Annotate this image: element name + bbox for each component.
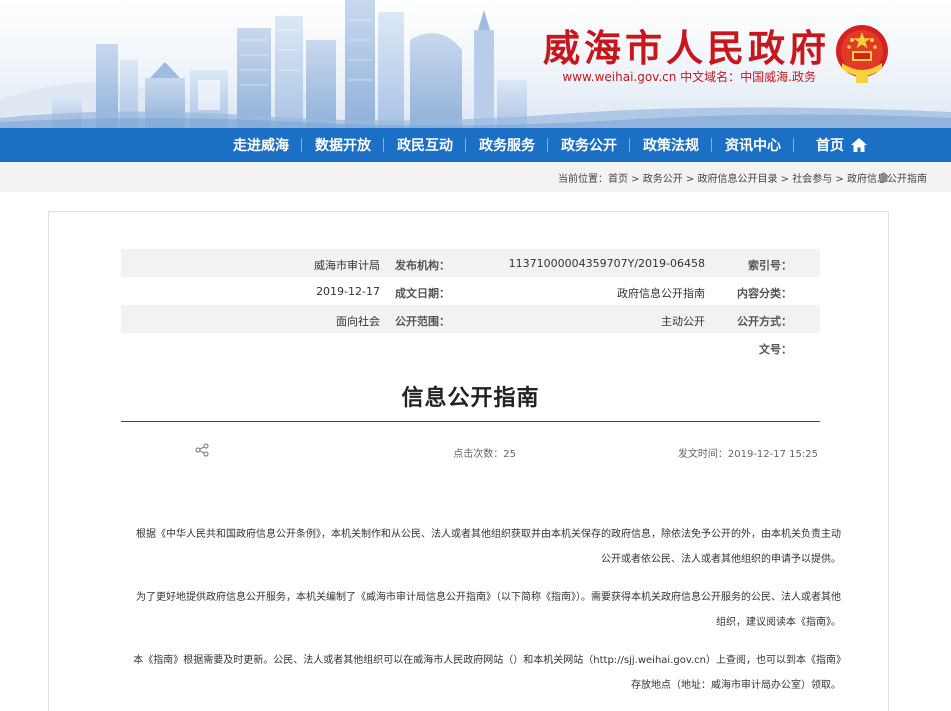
site-title: 威海市人民政府	[543, 26, 830, 70]
disclosure-mode-value: 主动公开	[661, 315, 705, 328]
header-banner: 威海市人民政府 www.weihai.gov.cn 中文域名：中国威海.政务	[0, 0, 951, 128]
article-title: 信息公开指南	[401, 386, 540, 411]
click-count: 点击次数：25	[453, 449, 516, 460]
location-home-icon	[879, 172, 889, 182]
nav-government-services[interactable]: 政务服务	[466, 128, 548, 162]
document-number-label: 文号：	[759, 343, 792, 356]
article-paragraph: 根据《中华人民共和国政府信息公开条例》，本机关制作和从公民、法人或者其他组织获取…	[136, 529, 841, 565]
site-domain-subtitle: www.weihai.gov.cn 中文域名：中国威海.政务	[562, 70, 816, 84]
meta-row: 文号：	[121, 333, 820, 361]
date-value: 2019-12-17	[316, 285, 380, 298]
share-icon[interactable]	[195, 443, 209, 457]
main-nav: 首页 资讯中心 政策法规 政务公开 政务服务 政民互动 数据开放 走进威海	[0, 128, 951, 162]
meta-row: 索引号： 11371000004359707Y/2019-06458 发布机构：…	[121, 249, 820, 277]
home-icon	[851, 138, 867, 152]
publisher-label: 发布机构：	[395, 259, 450, 272]
nav-news-center[interactable]: 资讯中心	[712, 128, 794, 162]
index-value: 11371000004359707Y/2019-06458	[508, 257, 705, 270]
breadcrumb[interactable]: 当前位置：首页 > 政务公开 > 政府信息公开目录 > 社会参与 > 政府信息公…	[558, 170, 927, 186]
nav-about-weihai[interactable]: 走进威海	[220, 128, 302, 162]
article-paragraph: 本《指南》根据需要及时更新。公民、法人或者其他组织可以在威海市人民政府网站（）和…	[133, 655, 841, 691]
publisher-value: 威海市审计局	[314, 259, 380, 272]
meta-row: 内容分类： 政府信息公开指南 成文日期： 2019-12-17	[121, 277, 820, 305]
meta-row: 公开方式： 主动公开 公开范围： 面向社会	[121, 305, 820, 333]
nav-government-affairs-open[interactable]: 政务公开	[548, 128, 630, 162]
disclosure-scope-value: 面向社会	[336, 315, 380, 328]
index-label: 索引号：	[748, 259, 792, 272]
nav-open-data[interactable]: 数据开放	[302, 128, 384, 162]
article-paragraph: 为了更好地提供政府信息公开服务，本机关编制了《威海市审计局信息公开指南》（以下简…	[136, 592, 841, 628]
category-label: 内容分类：	[737, 287, 792, 300]
nav-public-interaction[interactable]: 政民互动	[384, 128, 466, 162]
national-emblem-icon	[836, 25, 888, 83]
nav-home-label: 首页	[816, 138, 844, 154]
content-panel: 索引号： 11371000004359707Y/2019-06458 发布机构：…	[48, 211, 889, 711]
date-label: 成文日期：	[395, 287, 450, 300]
nav-home[interactable]: 首页	[794, 128, 876, 162]
category-value: 政府信息公开指南	[617, 287, 705, 300]
nav-policy-regulations[interactable]: 政策法规	[630, 128, 712, 162]
title-divider	[121, 421, 820, 422]
disclosure-mode-label: 公开方式：	[737, 315, 792, 328]
breadcrumb-bar: 当前位置：首页 > 政务公开 > 政府信息公开目录 > 社会参与 > 政府信息公…	[0, 162, 951, 192]
disclosure-scope-label: 公开范围：	[395, 315, 450, 328]
document-metadata-table: 索引号： 11371000004359707Y/2019-06458 发布机构：…	[121, 249, 820, 361]
publish-time: 发文时间：2019-12-17 15:25	[677, 449, 818, 460]
